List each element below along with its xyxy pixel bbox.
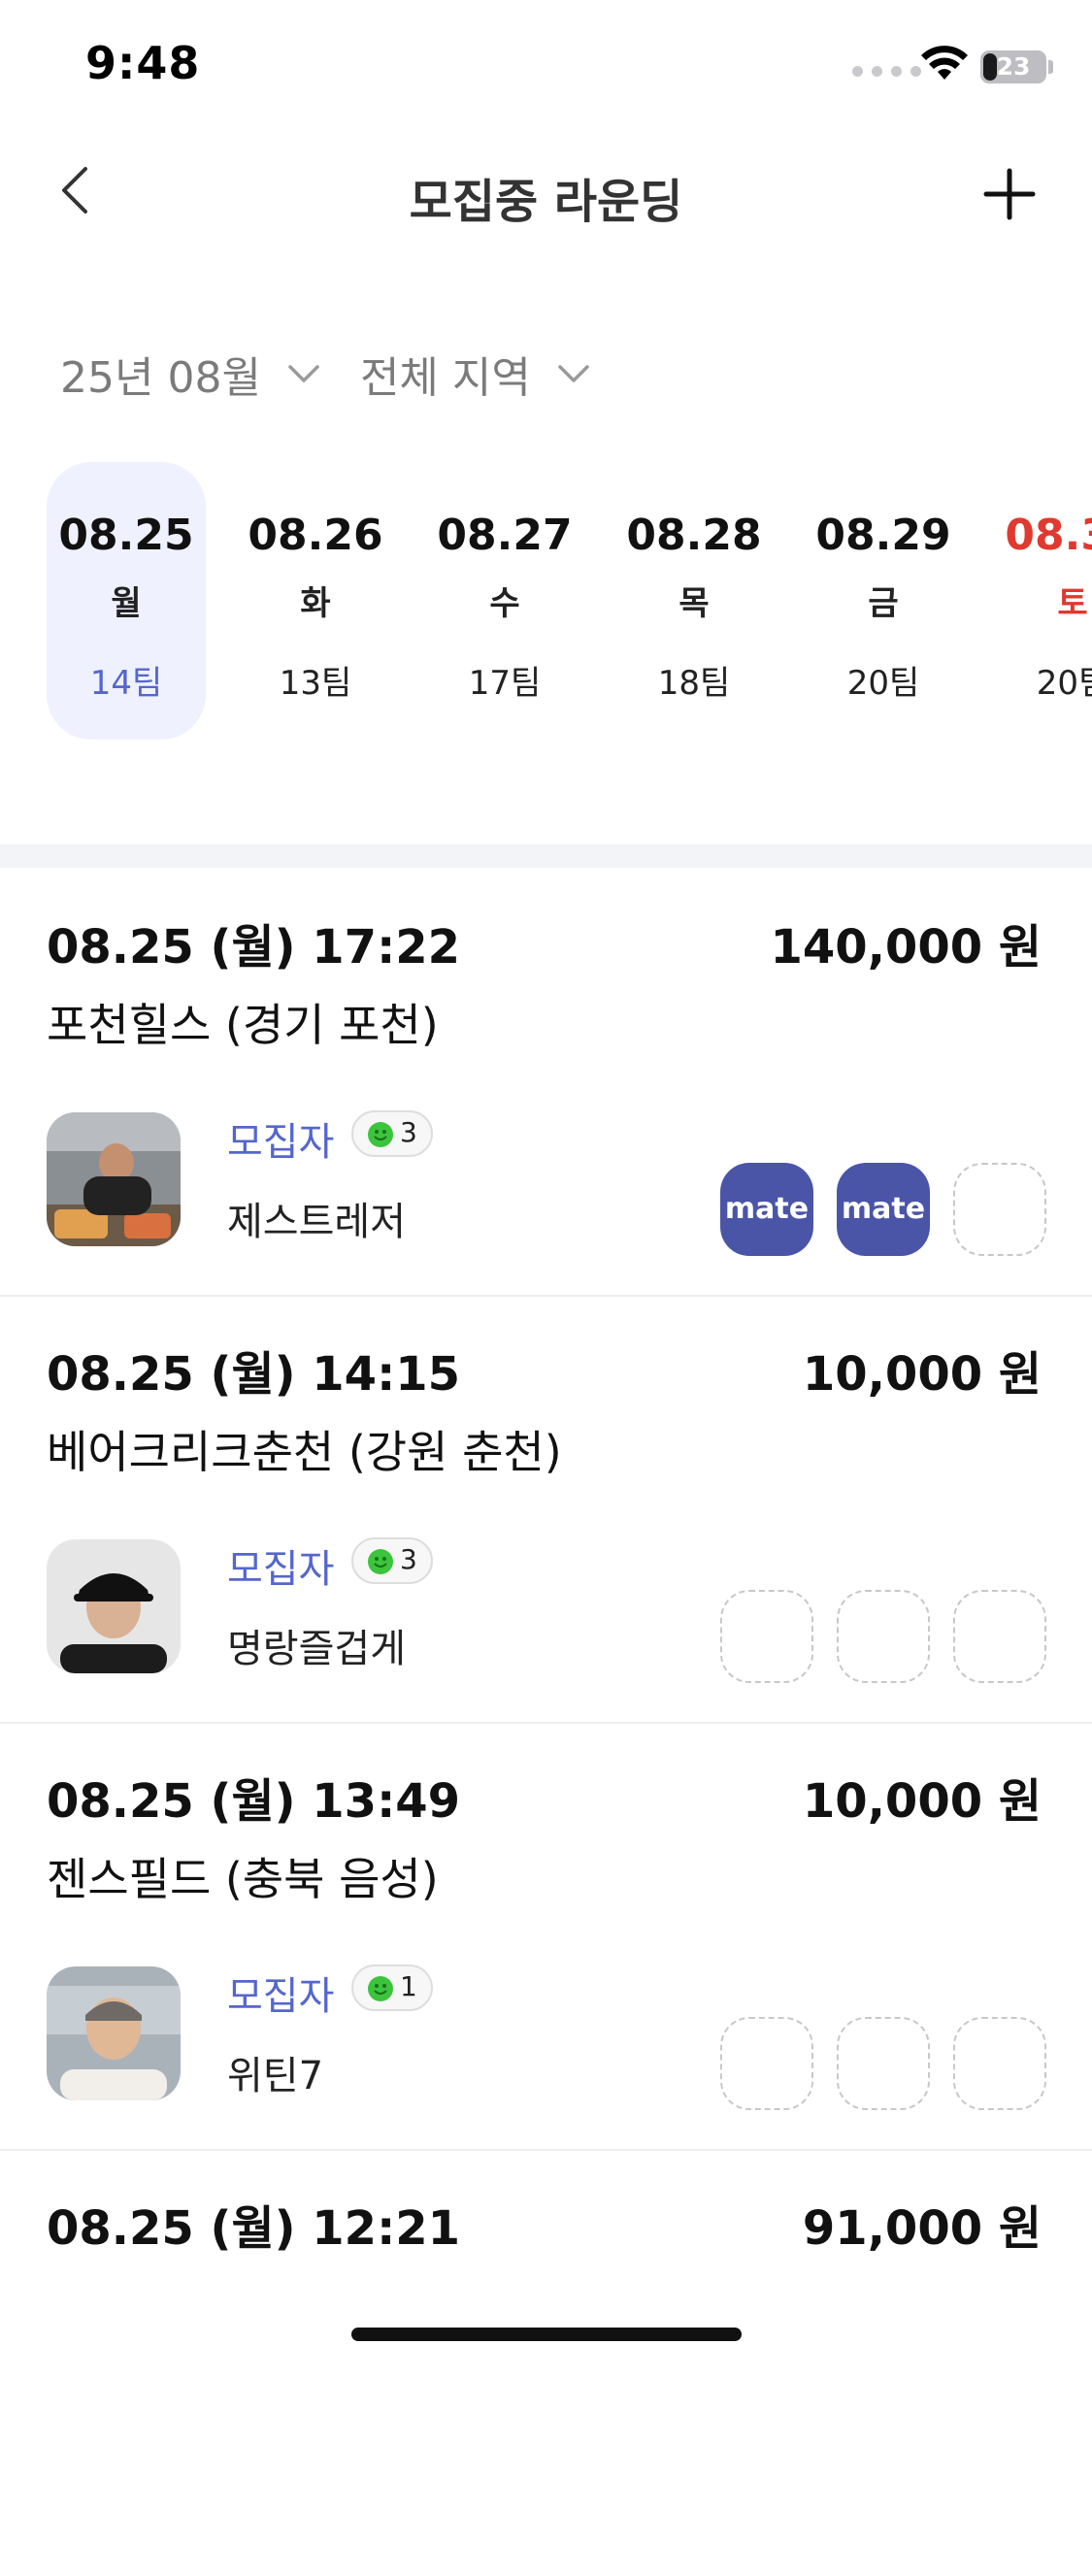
host-avatar[interactable] xyxy=(47,1539,181,1673)
mate-logo: mate xyxy=(724,1192,810,1226)
round-datetime: 08.25 (월) 17:22 xyxy=(47,920,461,974)
date-item[interactable]: 08.30 토 20팀 xyxy=(993,462,1092,740)
host-label: 모집자 xyxy=(227,1547,335,1592)
round-course: 젠스필드 (충북 음성) xyxy=(47,1853,439,1905)
empty-slot xyxy=(720,1590,813,1683)
round-price: 140,000 원 xyxy=(770,920,1042,974)
home-indicator xyxy=(351,2328,742,2341)
date-selector: 08.25 월 14팀 08.26 화 13팀 08.27 수 17팀 08.2… xyxy=(0,462,1092,743)
mate-logo: mate xyxy=(841,1192,926,1226)
battery-cap xyxy=(1048,60,1053,74)
host-manner-badge: 1 xyxy=(351,1965,433,2011)
date-number: 08.30 xyxy=(1005,511,1092,560)
date-weekday: 토 xyxy=(1057,584,1088,623)
empty-slot xyxy=(837,2017,930,2110)
host-avatar[interactable] xyxy=(47,1112,181,1246)
date-number: 08.26 xyxy=(248,511,383,560)
date-number: 08.25 xyxy=(58,511,194,560)
month-filter-label: 25년 08월 xyxy=(60,353,261,403)
date-weekday: 금 xyxy=(868,584,899,623)
date-weekday: 수 xyxy=(489,584,520,623)
month-filter[interactable]: 25년 08월 xyxy=(60,343,321,405)
host-name: 제스트레저 xyxy=(227,1200,406,1244)
date-number: 08.29 xyxy=(815,511,951,560)
host-manner-badge: 3 xyxy=(351,1537,433,1584)
host-manner-badge: 3 xyxy=(351,1110,433,1157)
date-team-count: 17팀 xyxy=(468,664,542,703)
date-item[interactable]: 08.27 수 17팀 xyxy=(425,462,584,740)
date-number: 08.27 xyxy=(437,511,573,560)
region-filter[interactable]: 전체 지역 xyxy=(360,343,591,405)
status-bar: 9:48 23 xyxy=(0,0,1092,136)
date-number: 08.28 xyxy=(626,511,762,560)
mate-slot: mate xyxy=(837,1163,930,1256)
battery-level: 23 xyxy=(996,52,1031,81)
filter-row: 25년 08월 전체 지역 xyxy=(60,340,630,408)
nav-bar: 모집중 라운딩 xyxy=(0,136,1092,245)
host-level: 3 xyxy=(400,1543,417,1575)
round-datetime: 08.25 (월) 13:49 xyxy=(47,1774,461,1829)
host-name: 위틴7 xyxy=(227,2054,324,2098)
round-price: 10,000 원 xyxy=(802,1774,1042,1829)
empty-slot xyxy=(953,1163,1046,1256)
date-team-count: 18팀 xyxy=(657,664,731,703)
round-card[interactable]: 08.25 (월) 13:49 10,000 원 젠스필드 (충북 음성) 모집… xyxy=(0,1722,1092,2151)
date-team-count: 13팀 xyxy=(279,664,352,703)
round-card[interactable]: 08.25 (월) 12:21 91,000 원 xyxy=(0,2149,1092,2576)
date-item[interactable]: 08.29 금 20팀 xyxy=(804,462,963,740)
round-course: 베어크리크춘천 (강원 춘천) xyxy=(47,1426,562,1478)
chevron-down-icon xyxy=(288,365,319,382)
empty-slot xyxy=(720,2017,813,2110)
host-name: 명랑즐겁게 xyxy=(227,1627,406,1671)
empty-slot xyxy=(837,1590,930,1683)
smiley-icon xyxy=(368,1122,393,1147)
host-level: 1 xyxy=(400,1970,417,2002)
host-level: 3 xyxy=(400,1116,417,1148)
round-datetime: 08.25 (월) 14:15 xyxy=(47,1347,461,1402)
mate-slot: mate xyxy=(720,1163,813,1256)
date-item[interactable]: 08.26 화 13팀 xyxy=(236,462,395,740)
date-team-count: 20팀 xyxy=(846,664,920,703)
wifi-icon xyxy=(921,46,968,80)
round-price: 10,000 원 xyxy=(802,1347,1042,1402)
empty-slot xyxy=(953,2017,1046,2110)
round-course: 포천힐스 (경기 포천) xyxy=(47,999,439,1051)
date-team-count: 20팀 xyxy=(1036,664,1092,703)
empty-slot xyxy=(953,1590,1046,1683)
date-weekday: 월 xyxy=(111,584,142,623)
date-item[interactable]: 08.25 월 14팀 xyxy=(47,462,206,740)
host-label: 모집자 xyxy=(227,1120,335,1165)
host-label: 모집자 xyxy=(227,1974,335,2019)
date-team-count: 14팀 xyxy=(89,664,163,703)
cellular-signal-icon xyxy=(852,66,921,77)
date-item[interactable]: 08.28 목 18팀 xyxy=(614,462,774,740)
section-divider xyxy=(0,844,1092,868)
chevron-down-icon xyxy=(558,365,589,382)
date-weekday: 목 xyxy=(678,584,710,623)
host-avatar[interactable] xyxy=(47,1966,181,2100)
round-datetime: 08.25 (월) 12:21 xyxy=(47,2201,461,2256)
battery-icon: 23 xyxy=(980,50,1046,83)
date-weekday: 화 xyxy=(300,584,331,623)
smiley-icon xyxy=(368,1976,393,2001)
region-filter-label: 전체 지역 xyxy=(359,353,531,403)
round-card[interactable]: 08.25 (월) 17:22 140,000 원 포천힐스 (경기 포천) 모… xyxy=(0,868,1092,1297)
status-time: 9:48 xyxy=(85,37,201,89)
round-card[interactable]: 08.25 (월) 14:15 10,000 원 베어크리크춘천 (강원 춘천)… xyxy=(0,1295,1092,1724)
round-price: 91,000 원 xyxy=(802,2201,1042,2256)
smiley-icon xyxy=(368,1549,393,1574)
add-icon[interactable] xyxy=(980,165,1039,223)
page-title: 모집중 라운딩 xyxy=(409,175,683,229)
